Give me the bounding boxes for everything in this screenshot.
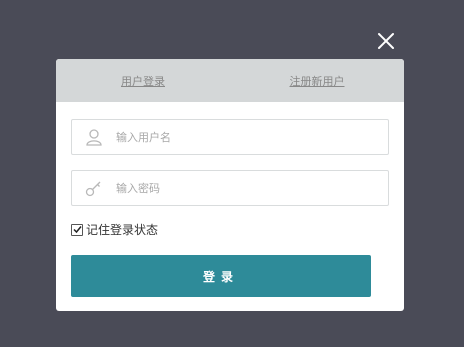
- login-dialog: 用户登录 注册新用户 记住登录状态 登录: [56, 59, 404, 311]
- close-button[interactable]: [375, 30, 397, 52]
- remember-label: 记住登录状态: [86, 223, 159, 237]
- password-input[interactable]: [116, 181, 366, 195]
- check-icon: [72, 226, 82, 234]
- login-button[interactable]: 登录: [71, 255, 371, 297]
- tab-bar: 用户登录 注册新用户: [56, 59, 404, 102]
- close-icon: [378, 33, 394, 49]
- user-icon: [84, 127, 104, 147]
- remember-login: 记住登录状态: [71, 221, 158, 238]
- tab-register[interactable]: 注册新用户: [230, 73, 404, 89]
- username-field[interactable]: [71, 119, 389, 155]
- key-icon: [84, 178, 104, 198]
- tab-login[interactable]: 用户登录: [56, 73, 230, 89]
- username-input[interactable]: [116, 130, 366, 144]
- remember-checkbox[interactable]: [71, 223, 83, 236]
- password-field[interactable]: [71, 170, 389, 206]
